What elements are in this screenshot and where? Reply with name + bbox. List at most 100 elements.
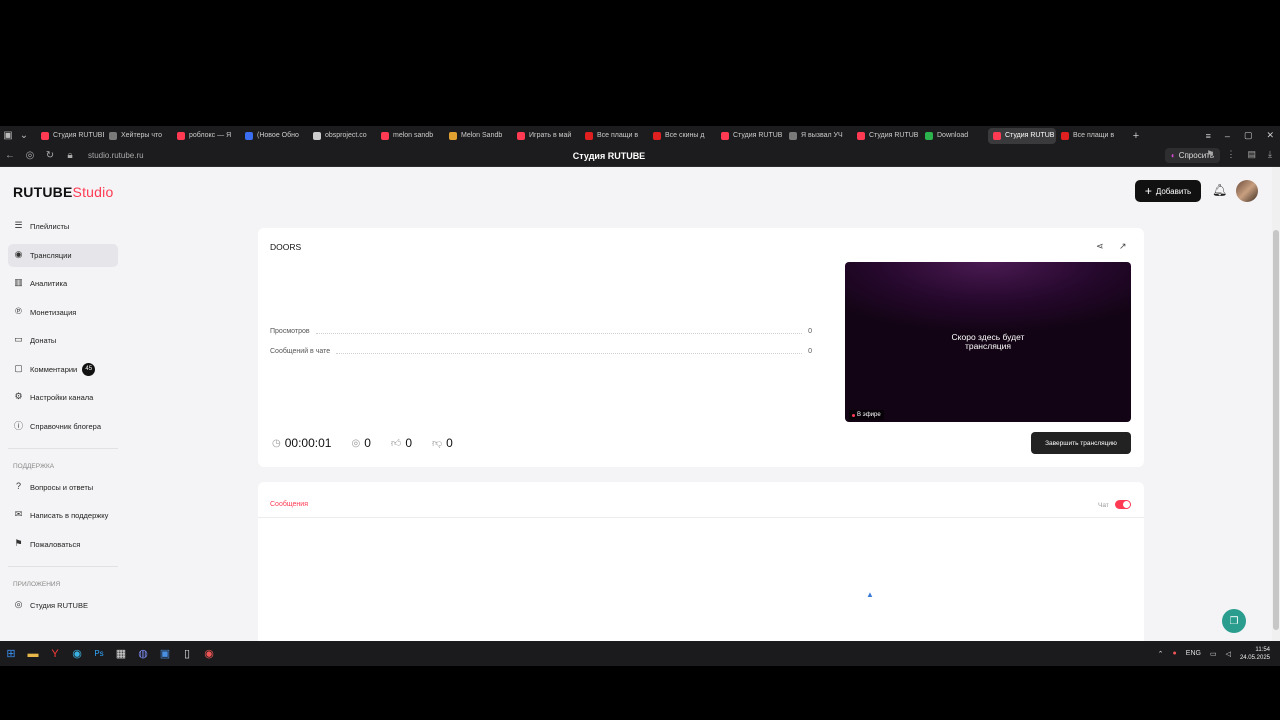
sidebar-item-support-1[interactable]: ✉ Написать в поддержку: [8, 504, 118, 527]
document-icon[interactable]: ▯: [176, 641, 198, 666]
browser-menu-icon[interactable]: ▣: [0, 128, 16, 144]
screen: ▣ ⌄ Студия RUTUBE Хейтеры что роблокс — Я (…: [0, 0, 1280, 720]
sidebar-item-icon: ?: [15, 481, 21, 491]
sidebar-item-icon: ▢: [14, 362, 23, 373]
sidebar-divider: [8, 447, 118, 449]
language-indicator[interactable]: ENG: [1186, 650, 1201, 657]
browser-tab[interactable]: Все плащи в: [580, 128, 648, 144]
clock[interactable]: 11:54 24.05.2025: [1240, 646, 1270, 662]
tab-title: Студия RUTUBE: [53, 132, 104, 139]
browser-tab[interactable]: Студия RUTUB: [716, 128, 784, 144]
share-icon[interactable]: ⋖: [1096, 241, 1104, 252]
browser-tab[interactable]: Melon Sandb: [444, 128, 512, 144]
tab-favicon-icon: [721, 131, 729, 140]
end-stream-button[interactable]: Завершить трансляцию: [1031, 432, 1131, 454]
new-tab-button[interactable]: +: [1128, 128, 1144, 144]
back-icon[interactable]: ←: [0, 150, 20, 161]
downloads-icon[interactable]: ⤓: [1268, 149, 1272, 160]
obs-icon[interactable]: ◉: [198, 641, 220, 666]
logo-studio: Studio: [72, 184, 114, 200]
browser-tab[interactable]: Хейтеры что: [104, 128, 172, 144]
external-link-icon[interactable]: ↗: [1119, 241, 1127, 252]
browser-tab[interactable]: роблокс — Я: [172, 128, 240, 144]
microphone-icon[interactable]: ●: [1173, 650, 1177, 657]
chat-card: Сообщения Чат: [258, 482, 1144, 641]
yandex-browser-icon[interactable]: Y: [44, 641, 66, 666]
more-icon[interactable]: ⋮: [1227, 149, 1236, 160]
browser-tab[interactable]: (Новое Обно: [240, 128, 308, 144]
bell-icon[interactable]: 🔔︎: [1212, 183, 1227, 197]
browser-page-title: Студия RUTUBE: [572, 150, 646, 161]
page: RUTUBEStudio + Добавить 🔔︎ ☰ Плейлисты ◉ Тр…: [0, 167, 1280, 641]
sidebar-item-main-6[interactable]: ⚙ Настройки канала: [8, 386, 118, 409]
sidebar-item-support-0[interactable]: ? Вопросы и ответы: [8, 476, 118, 499]
support-chat-button[interactable]: ❐: [1222, 609, 1246, 633]
maximize-icon[interactable]: ▢: [1244, 130, 1253, 141]
sidebar-item-main-1[interactable]: ◉ Трансляции: [8, 243, 118, 267]
tab-title: melon sandb: [393, 132, 434, 139]
edge-icon[interactable]: ◉: [66, 641, 88, 666]
support-heading: Поддержка: [13, 462, 55, 470]
sidebar-item-support-2[interactable]: ⚑ Пожаловаться: [8, 533, 118, 556]
tab-title: Все скины д: [665, 132, 705, 139]
tab-favicon-icon: [313, 131, 321, 140]
tabs-dropdown-icon[interactable]: ⌄: [16, 128, 32, 144]
mouse-cursor-icon: ▲: [866, 590, 874, 599]
discord-icon[interactable]: ◍: [132, 641, 154, 666]
photoshop-icon[interactable]: Ps: [88, 641, 110, 666]
live-badge: В эфире: [849, 410, 884, 420]
tab-title: Студия RUTUB: [869, 132, 919, 139]
tab-favicon-icon: [177, 131, 185, 140]
sidebar-item-main-0[interactable]: ☰ Плейлисты: [8, 215, 118, 238]
browser-tab[interactable]: Студия RUTUB: [852, 128, 920, 144]
browser-tab[interactable]: obsproject.co: [308, 128, 376, 144]
url-field[interactable]: studio.rutube.ru: [88, 151, 144, 160]
sidebar-item-main-2[interactable]: ▥ Аналитика: [8, 272, 118, 295]
calculator-icon[interactable]: ▦: [110, 641, 132, 666]
tab-list-icon[interactable]: ≡: [1206, 131, 1211, 141]
tab-favicon-icon: [449, 131, 457, 140]
network-icon[interactable]: ▭: [1210, 650, 1217, 658]
reload-icon[interactable]: ↻: [40, 150, 60, 161]
sidebar-item-main-3[interactable]: ℗ Монетизация: [8, 301, 118, 324]
tray-chevron-icon[interactable]: ⌃: [1158, 650, 1164, 658]
browser-tab[interactable]: Все плащи в: [1056, 128, 1124, 144]
sidebar-item-apps-0[interactable]: ◎ Студия RUTUBE: [8, 594, 118, 617]
bookmark-icon[interactable]: ⚑: [1206, 149, 1214, 160]
tab-favicon-icon: [41, 131, 49, 140]
browser-tab[interactable]: Студия RUTUBE: [36, 128, 104, 144]
tab-favicon-icon: [993, 131, 1001, 140]
close-window-icon[interactable]: ✕: [1266, 130, 1274, 141]
stat-row-chat-messages: Сообщений в чате 0: [270, 346, 812, 356]
sidebar-item-label: Настройки канала: [30, 393, 94, 402]
minimize-icon[interactable]: –: [1225, 131, 1230, 141]
collections-icon[interactable]: ▤: [1248, 149, 1257, 160]
sidebar-item-main-4[interactable]: ▭ Донаты: [8, 329, 118, 352]
file-explorer-icon[interactable]: ▬: [22, 641, 44, 666]
sidebar-item-main-7[interactable]: ⓘ Справочник блогера: [8, 415, 118, 438]
browser-tab[interactable]: Играть в май: [512, 128, 580, 144]
windows-start-icon[interactable]: ⊞: [0, 641, 22, 666]
stream-preview-player[interactable]: Скоро здесь будет трансляция В эфире: [845, 262, 1131, 422]
app-icon[interactable]: ▣: [154, 641, 176, 666]
avatar[interactable]: [1236, 180, 1258, 202]
thumbs-up-icon: 👍︎: [390, 438, 402, 449]
viewers-metric: ◎ 0: [351, 436, 370, 450]
browser-tab[interactable]: Download: [920, 128, 988, 144]
logo-main: RUTUBE: [13, 184, 73, 200]
browser-tab[interactable]: melon sandb: [376, 128, 444, 144]
sidebar-item-icon: ◉: [14, 248, 23, 259]
add-button[interactable]: + Добавить: [1135, 180, 1201, 202]
scrollbar-thumb[interactable]: [1273, 230, 1279, 630]
browser-tab[interactable]: Все скины д: [648, 128, 716, 144]
stat-row-views: Просмотров 0: [270, 326, 812, 336]
volume-icon[interactable]: ◁: [1226, 650, 1231, 658]
browser-tab[interactable]: Я вызвал УЧ: [784, 128, 852, 144]
chat-toggle[interactable]: [1115, 500, 1131, 509]
tab-messages[interactable]: Сообщения: [270, 501, 308, 508]
tab-title: (Новое Обно: [257, 132, 299, 139]
browser-tab[interactable]: Студия RUTUB✕: [988, 127, 1056, 144]
rutube-studio-logo[interactable]: RUTUBEStudio: [13, 184, 113, 200]
protect-icon[interactable]: ◎: [20, 150, 40, 161]
sidebar-item-main-5[interactable]: ▢ Комментарии 45: [8, 358, 118, 381]
